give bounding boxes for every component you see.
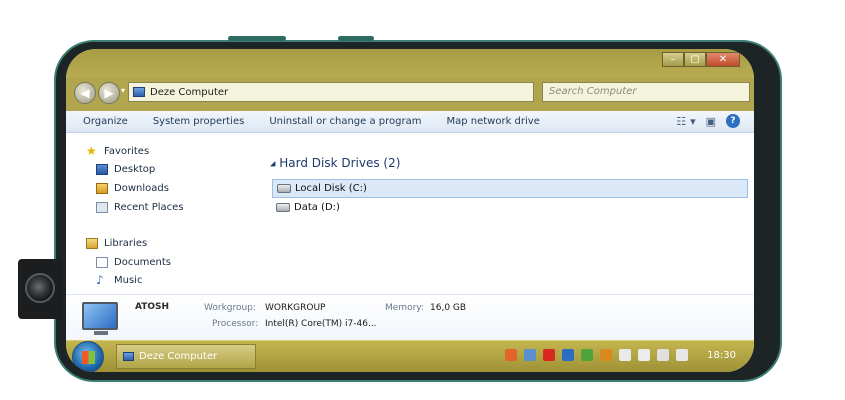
libraries-header[interactable]: Libraries <box>86 238 147 249</box>
workgroup-value: WORKGROUP <box>265 303 326 313</box>
details-pane: ATOSH Workgroup: WORKGROUP Memory: 16,0 … <box>66 294 754 340</box>
taskbar-window-button[interactable]: Deze Computer <box>116 344 256 369</box>
maximize-button[interactable]: ▢ <box>684 52 706 67</box>
libraries-icon <box>86 238 98 249</box>
tray-document-icon[interactable] <box>619 349 632 361</box>
sidebar-item-label: Music <box>114 275 143 286</box>
back-arrow-icon: ◀ <box>80 86 90 100</box>
command-bar: Organize System properties Uninstall or … <box>66 111 754 133</box>
sidebar-item-label: Recent Places <box>114 202 184 213</box>
clock[interactable]: 18:30 <box>707 350 736 361</box>
view-dropdown-icon[interactable]: ▾ <box>690 115 696 128</box>
forward-button[interactable]: ▶ <box>98 82 120 104</box>
back-button[interactable]: ◀ <box>74 82 96 104</box>
hard-disk-icon <box>276 203 290 212</box>
window-controls: – ▢ ✕ <box>662 52 740 67</box>
downloads-icon <box>96 183 108 194</box>
organize-button[interactable]: Organize <box>83 116 128 127</box>
address-row: ◀ ▶ ▾ Deze Computer Search Computer <box>66 77 754 111</box>
windows-logo-icon <box>82 351 95 364</box>
sidebar-item-label: Downloads <box>114 183 169 194</box>
address-bar[interactable]: Deze Computer <box>128 82 534 102</box>
tray-flag-icon[interactable] <box>638 349 651 361</box>
phone-power-button <box>338 36 374 41</box>
popup-camera <box>18 259 62 319</box>
processor-value: Intel(R) Core(TM) i7-46... <box>265 319 377 329</box>
favorites-label: Favorites <box>104 146 150 157</box>
forward-arrow-icon: ▶ <box>104 86 114 100</box>
tray-volume-icon[interactable] <box>676 349 689 361</box>
tray-app-orange-icon[interactable] <box>505 349 518 361</box>
sidebar-item-music[interactable]: ♪ Music <box>96 273 143 287</box>
desktop-icon <box>96 164 108 175</box>
sidebar-item-label: Desktop <box>114 164 156 175</box>
libraries-label: Libraries <box>104 238 148 249</box>
hard-disk-icon <box>277 184 291 193</box>
preview-pane-icon[interactable]: ▣ <box>706 115 716 128</box>
help-icon[interactable]: ? <box>726 114 740 128</box>
drive-label: Data (D:) <box>294 202 340 213</box>
camera-lens <box>25 273 55 303</box>
collapse-arrow-icon[interactable]: ◢ <box>270 160 275 168</box>
sidebar-item-documents[interactable]: Documents <box>96 257 171 268</box>
taskbar: Deze Computer 18:30 <box>66 340 754 372</box>
view-options-icon[interactable]: ☷ <box>676 115 686 128</box>
sidebar-item-desktop[interactable]: Desktop <box>96 164 155 175</box>
tray-green-icon[interactable] <box>581 349 594 361</box>
screen: – ▢ ✕ ◀ ▶ ▾ Deze Computer Search Compute… <box>66 49 754 372</box>
sidebar-item-label: Documents <box>114 257 172 268</box>
tray-outlook-icon[interactable] <box>562 349 575 361</box>
address-location: Deze Computer <box>150 86 229 98</box>
processor-label: Processor: <box>212 319 259 329</box>
memory-value: 16,0 GB <box>430 303 467 313</box>
phone-volume-button <box>228 36 286 41</box>
sidebar-item-downloads[interactable]: Downloads <box>96 183 169 194</box>
title-bar: – ▢ ✕ <box>66 49 754 77</box>
start-button[interactable] <box>72 341 104 372</box>
group-header-hard-disks[interactable]: ◢ Hard Disk Drives (2) <box>270 156 400 170</box>
documents-icon <box>96 257 108 268</box>
computer-icon <box>133 87 145 97</box>
map-network-drive-button[interactable]: Map network drive <box>446 116 539 127</box>
computer-icon <box>123 352 134 361</box>
music-icon: ♪ <box>96 273 104 287</box>
history-dropdown-icon[interactable]: ▾ <box>121 86 125 95</box>
drive-item-c[interactable]: Local Disk (C:) <box>272 179 748 198</box>
favorites-header[interactable]: ★ Favorites <box>86 144 150 158</box>
tray-pdf-icon[interactable] <box>543 349 556 361</box>
tray-monitor-icon[interactable] <box>657 349 670 361</box>
navigation-pane: ★ Favorites Desktop Downloads Recent Pla… <box>66 134 258 294</box>
taskbar-window-label: Deze Computer <box>139 351 218 362</box>
workgroup-label: Workgroup: <box>204 303 256 313</box>
sidebar-item-recent-places[interactable]: Recent Places <box>96 202 184 213</box>
group-header-label: Hard Disk Drives (2) <box>279 156 401 170</box>
content-area: ◢ Hard Disk Drives (2) Local Disk (C:) D… <box>258 134 754 294</box>
search-input[interactable]: Search Computer <box>542 82 750 102</box>
uninstall-program-button[interactable]: Uninstall or change a program <box>269 116 421 127</box>
computer-name: ATOSH <box>135 302 170 312</box>
computer-monitor-icon <box>82 302 118 330</box>
system-properties-button[interactable]: System properties <box>153 116 245 127</box>
memory-label: Memory: <box>385 303 424 313</box>
system-tray: 18:30 <box>505 349 736 361</box>
close-button[interactable]: ✕ <box>706 52 740 67</box>
minimize-button[interactable]: – <box>662 52 684 67</box>
view-controls: ☷ ▾ ▣ ? <box>666 114 740 128</box>
monitor-stand <box>94 331 108 335</box>
star-icon: ★ <box>86 144 97 158</box>
tray-update-icon[interactable] <box>600 349 613 361</box>
recent-places-icon <box>96 202 108 213</box>
drive-item-d[interactable]: Data (D:) <box>272 198 340 217</box>
tray-network-icon[interactable] <box>524 349 537 361</box>
drive-label: Local Disk (C:) <box>295 183 367 194</box>
